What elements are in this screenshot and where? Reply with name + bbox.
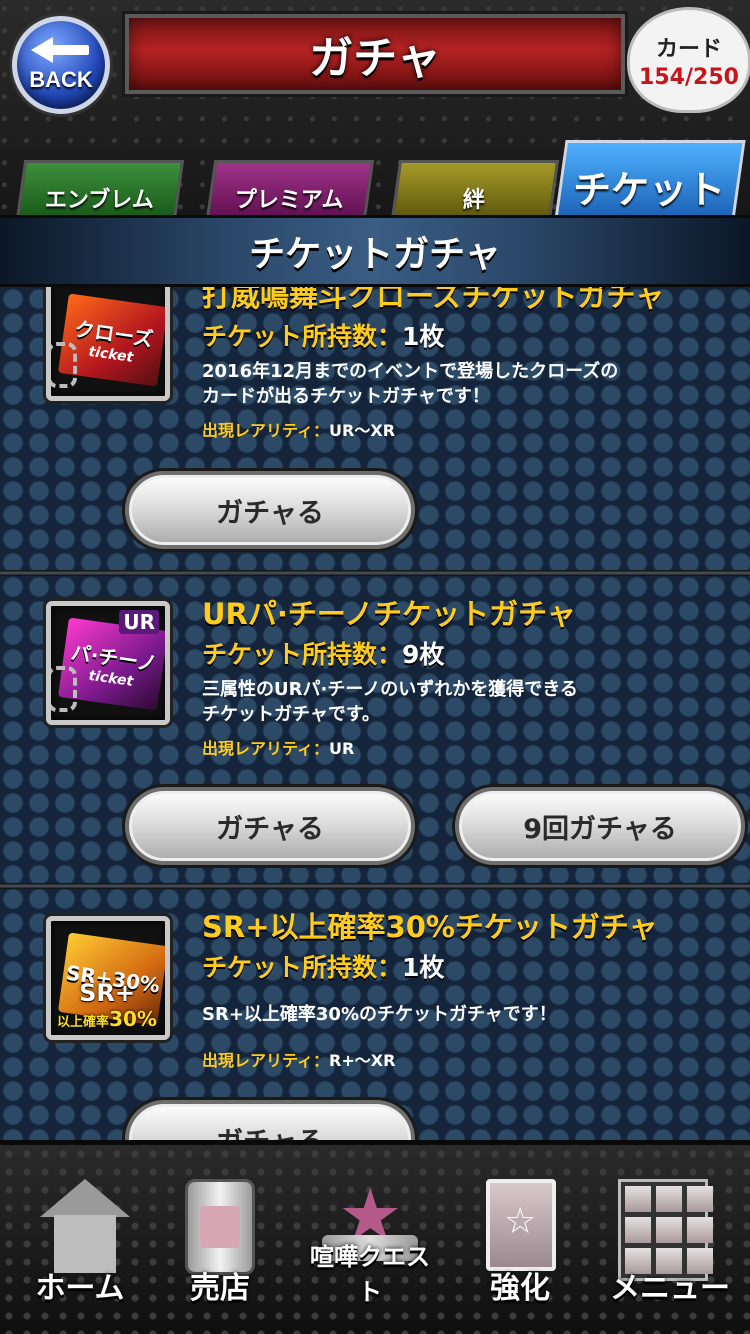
rarity-label: 出現レアリティ：: [202, 739, 330, 758]
nav-menu-label: メニュー: [610, 1271, 730, 1306]
ticket-count-label: チケット所持数：: [202, 640, 403, 669]
gacha-tabs: エンブレム プレミアム 絆 チケット: [0, 140, 750, 220]
gacha-button-label: ガチャる: [216, 1120, 324, 1141]
gacha-button-label: ガチャる: [216, 813, 324, 845]
nav-shop-label: 売店: [190, 1271, 250, 1306]
page-title-plate: ガチャ: [125, 14, 625, 94]
tab-premium-label: プレミアム: [234, 188, 344, 213]
rarity-row: 出現レアリティ：R+〜XR: [202, 1047, 742, 1071]
nav-home-label: ホーム: [35, 1271, 125, 1306]
item-info: SR+以上確率30%チケットガチャ チケット所持数：1枚 SR+以上確率30%の…: [202, 904, 742, 1071]
rarity-label: 出現レアリティ：: [202, 421, 330, 440]
page-title: ガチャ: [309, 33, 441, 84]
item-description: 2016年12月までのイベントで登場したクローズの カードが出るチケットガチャで…: [202, 359, 742, 409]
nav-enhance-label: 強化: [490, 1271, 550, 1306]
badge-top: SR+: [79, 979, 135, 1007]
card-count-badge: カード 154/250: [630, 10, 748, 110]
item-title: SR+以上確率30%チケットガチャ: [202, 910, 658, 944]
ticket-count-value: 1枚: [402, 953, 445, 982]
ticket-count: チケット所持数：1枚: [202, 948, 742, 984]
item-title: 打威鳴舞斗クローズチケットガチャ: [202, 287, 665, 313]
rarity-label: 出現レアリティ：: [202, 1051, 330, 1070]
item-info: URパ·チーノチケットガチャ チケット所持数：9枚 三属性のURパ·チーノのいず…: [202, 591, 742, 759]
rarity-row: 出現レアリティ：UR: [202, 735, 742, 759]
badge-mid: 以上確率: [57, 1015, 110, 1030]
section-header: チケットガチャ: [0, 215, 750, 287]
ticket-count-label: チケット所持数：: [202, 322, 403, 351]
gacha-9x-button[interactable]: 9回ガチャる: [455, 787, 745, 865]
sr-plus-badge: SR+ 以上確率30%: [55, 979, 159, 1031]
ticket-gacha-list[interactable]: クローズ ticket 打威鳴舞斗クローズチケットガチャ チケット所持数：1枚 …: [0, 287, 750, 1140]
item-info: 打威鳴舞斗クローズチケットガチャ チケット所持数：1枚 2016年12月までのイ…: [202, 287, 742, 441]
description-line: SR+以上確率30%のチケットガチャです！: [202, 1004, 557, 1025]
tab-ticket-label: チケット: [573, 168, 726, 212]
description-line: 三属性のURパ·チーノのいずれかを獲得できる: [202, 679, 578, 700]
rarity-value: UR〜XR: [329, 421, 396, 440]
ur-badge: UR: [119, 610, 159, 634]
crows-ticket-thumbnail: クローズ ticket: [46, 287, 170, 401]
description-line: カードが出るチケットガチャです！: [202, 386, 490, 407]
ticket-count: チケット所持数：1枚: [202, 317, 742, 353]
item-title: URパ·チーノチケットガチャ: [202, 597, 576, 631]
item-description: SR+以上確率30%のチケットガチャです！: [202, 1002, 742, 1027]
tab-ticket[interactable]: チケット: [554, 140, 746, 220]
badge-pct: 30%: [109, 1007, 157, 1031]
back-label: BACK: [29, 67, 93, 92]
ticket-count-label: チケット所持数：: [202, 953, 403, 982]
divider: [0, 570, 750, 576]
ticket-count-value: 1枚: [402, 322, 445, 351]
bottom-navigation: ホーム 売店 喧嘩クエスト 強化 メニュー: [0, 1140, 750, 1334]
nav-shop[interactable]: 売店: [150, 1165, 290, 1334]
description-line: チケットガチャです。: [202, 704, 381, 725]
pachino-ticket-thumbnail: パ·チーノ ticket UR: [46, 601, 170, 725]
gacha-button[interactable]: ガチャる: [125, 787, 415, 865]
sr-plus-ticket-thumbnail: SR+30% SR+ 以上確率30%: [46, 916, 170, 1040]
nav-menu[interactable]: メニュー: [600, 1165, 740, 1334]
rarity-row: 出現レアリティ：UR〜XR: [202, 417, 742, 441]
nav-enhance[interactable]: 強化: [450, 1165, 590, 1334]
ticket-count: チケット所持数：9枚: [202, 635, 742, 671]
chain-icon: [51, 342, 77, 388]
item-description: 三属性のURパ·チーノのいずれかを獲得できる チケットガチャです。: [202, 677, 742, 727]
tab-premium[interactable]: プレミアム: [205, 160, 375, 220]
header: BACK ガチャ カード 154/250 エンブレム プレミアム 絆 チケット: [0, 0, 750, 230]
gacha-9x-button-label: 9回ガチャる: [523, 813, 677, 845]
gacha-button[interactable]: ガチャる: [125, 1100, 415, 1140]
nav-quest-label: 喧嘩クエスト: [310, 1243, 430, 1306]
gacha-button[interactable]: ガチャる: [125, 471, 415, 549]
nav-quest[interactable]: 喧嘩クエスト: [300, 1165, 440, 1334]
description-line: 2016年12月までのイベントで登場したクローズの: [202, 361, 619, 382]
tab-kizuna[interactable]: 絆: [390, 160, 560, 220]
rarity-value: R+〜XR: [329, 1051, 396, 1070]
arrow-left-icon: [31, 37, 91, 63]
ticket-count-value: 9枚: [402, 640, 445, 669]
card-count-label: カード: [655, 36, 722, 62]
back-button[interactable]: BACK: [12, 16, 110, 114]
tab-kizuna-label: 絆: [462, 188, 485, 213]
section-title: チケットガチャ: [249, 234, 501, 275]
rarity-value: UR: [329, 739, 355, 758]
chain-icon: [51, 666, 77, 712]
card-count-value: 154/250: [639, 64, 739, 90]
nav-home[interactable]: ホーム: [10, 1165, 150, 1334]
gacha-button-label: ガチャる: [216, 497, 324, 529]
tab-emblem[interactable]: エンブレム: [15, 160, 185, 220]
tab-emblem-label: エンブレム: [44, 188, 154, 213]
divider: [0, 883, 750, 889]
